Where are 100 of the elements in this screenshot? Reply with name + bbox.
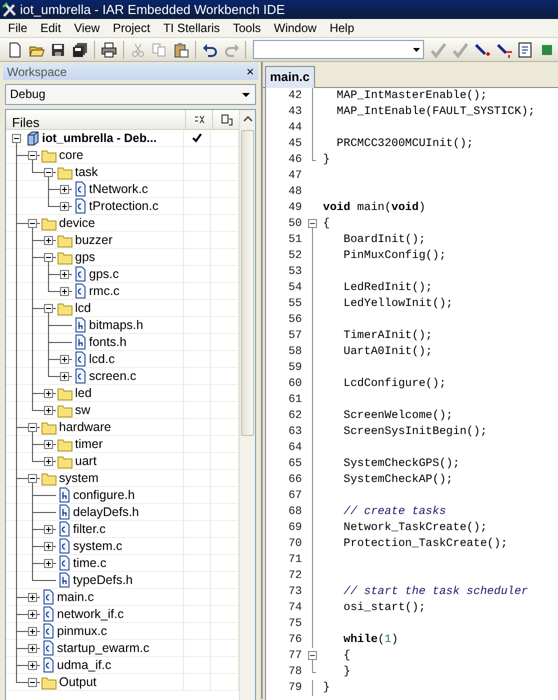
tree-item[interactable]: system <box>59 468 99 488</box>
tree-item[interactable]: hardware <box>59 418 112 436</box>
check-icon <box>452 42 468 58</box>
expand-toggle-icon[interactable] <box>28 610 36 618</box>
tree-item[interactable]: device <box>59 214 96 232</box>
fold-toggle-icon[interactable] <box>308 219 317 228</box>
sort-icon[interactable] <box>194 114 204 125</box>
expand-toggle-icon[interactable] <box>60 202 68 210</box>
tree-item[interactable]: main.c <box>57 588 94 606</box>
line-number: 50 <box>287 217 302 232</box>
tree-item[interactable]: tProtection.c <box>89 196 158 216</box>
expand-toggle-icon[interactable] <box>60 286 68 296</box>
configuration-dropdown[interactable]: Debug <box>5 84 256 105</box>
tree-item[interactable]: core <box>59 146 84 164</box>
scroll-up-icon[interactable] <box>243 116 253 122</box>
line-number: 79 <box>287 681 302 696</box>
editor-tab[interactable]: main.c <box>265 66 315 88</box>
folder-icon <box>41 148 57 162</box>
tree-item[interactable]: rmc.c <box>89 282 120 300</box>
collapse-toggle-icon[interactable] <box>44 252 52 262</box>
tree-item[interactable]: sw <box>75 400 90 420</box>
menu-item[interactable]: View <box>66 19 105 37</box>
expand-toggle-icon[interactable] <box>44 558 52 568</box>
expand-toggle-icon[interactable] <box>44 440 52 448</box>
print-icon <box>100 42 117 58</box>
close-button[interactable]: × <box>246 62 254 82</box>
expand-toggle-icon[interactable] <box>28 626 36 636</box>
tree-item[interactable]: configure.h <box>73 486 135 504</box>
tree-item[interactable]: fonts.h <box>89 332 127 352</box>
fold-toggle-icon[interactable] <box>308 651 317 660</box>
folder-icon <box>41 420 57 434</box>
tree-item[interactable]: task <box>75 162 98 182</box>
code-line: } <box>323 152 330 168</box>
tree-item[interactable]: delayDefs.h <box>73 502 140 522</box>
tree-item[interactable]: screen.c <box>89 366 136 386</box>
tree-item[interactable]: lcd.c <box>89 350 115 368</box>
header-file-icon <box>73 317 87 333</box>
menu-item[interactable]: Project <box>104 19 156 37</box>
scrollbar[interactable] <box>239 110 255 700</box>
line-number: 52 <box>287 249 302 264</box>
c-file-icon <box>41 657 55 673</box>
cut-icon <box>130 42 146 58</box>
collapse-toggle-icon[interactable] <box>28 474 36 482</box>
scrollbar-thumb[interactable] <box>241 130 254 436</box>
copy-icon <box>151 42 168 58</box>
expand-toggle-icon[interactable] <box>44 524 52 534</box>
expand-toggle-icon[interactable] <box>60 270 68 278</box>
line-number: 70 <box>287 537 302 552</box>
collapse-toggle-icon[interactable] <box>44 304 52 312</box>
tree-item[interactable]: startup_ewarm.c <box>57 638 150 658</box>
expand-toggle-icon[interactable] <box>44 388 52 398</box>
tree-item[interactable]: time.c <box>73 554 106 572</box>
collapse-toggle-icon[interactable] <box>28 422 36 432</box>
combo-box[interactable] <box>253 40 424 59</box>
menu-item[interactable]: Edit <box>32 19 66 37</box>
expand-toggle-icon[interactable] <box>28 660 36 670</box>
collapse-toggle-icon[interactable] <box>12 134 20 142</box>
tree-item[interactable]: gps <box>75 248 96 266</box>
folder-icon <box>57 164 73 180</box>
tree-item[interactable]: iot_umbrella - Deb... <box>42 129 157 147</box>
expand-toggle-icon[interactable] <box>28 644 36 652</box>
tree-item[interactable]: uart <box>75 452 97 470</box>
tree-item[interactable]: Output <box>59 672 97 692</box>
header-file-icon <box>73 334 87 350</box>
expand-toggle-icon[interactable] <box>60 354 68 364</box>
menu-item[interactable]: Tools <box>224 19 266 37</box>
menu-item[interactable]: Help <box>322 19 360 37</box>
expand-toggle-icon[interactable] <box>44 542 52 550</box>
tree-item[interactable]: gps.c <box>89 264 119 284</box>
menu-item[interactable]: File <box>0 19 32 37</box>
collapse-toggle-icon[interactable] <box>28 678 36 686</box>
tree-item[interactable]: tNetwork.c <box>89 180 148 198</box>
code-line: } <box>323 680 330 696</box>
code-editor[interactable] <box>265 88 558 700</box>
tree-item[interactable]: timer <box>75 434 103 454</box>
menu-item[interactable]: TI Stellaris <box>155 19 225 37</box>
expand-toggle-icon[interactable] <box>44 456 52 466</box>
tree-item[interactable]: lcd <box>75 298 91 318</box>
collapse-toggle-icon[interactable] <box>44 168 52 176</box>
tree-item[interactable]: bitmaps.h <box>89 316 144 334</box>
expand-toggle-icon[interactable] <box>60 184 68 194</box>
c-file-icon <box>41 589 55 605</box>
expand-toggle-icon[interactable] <box>60 372 68 380</box>
expand-toggle-icon[interactable] <box>28 592 36 602</box>
line-number: 77 <box>287 649 302 664</box>
collapse-toggle-icon[interactable] <box>28 150 36 160</box>
code-line: LedRedInit(); <box>342 280 432 296</box>
columns-icon[interactable] <box>220 114 232 126</box>
collapse-toggle-icon[interactable] <box>28 218 36 228</box>
tree-item[interactable]: pinmux.c <box>57 622 108 640</box>
tree-item[interactable]: udma_if.c <box>57 656 112 674</box>
tree-item[interactable]: led <box>75 384 92 402</box>
menu-item[interactable]: Window <box>266 19 322 37</box>
expand-toggle-icon[interactable] <box>44 236 52 244</box>
tree-item[interactable]: buzzer <box>75 230 113 250</box>
tree-item[interactable]: system.c <box>73 536 122 556</box>
tree-item[interactable]: filter.c <box>73 520 106 538</box>
tree-item[interactable]: typeDefs.h <box>73 570 133 590</box>
expand-toggle-icon[interactable] <box>44 406 52 414</box>
tree-item[interactable]: network_if.c <box>57 604 124 624</box>
